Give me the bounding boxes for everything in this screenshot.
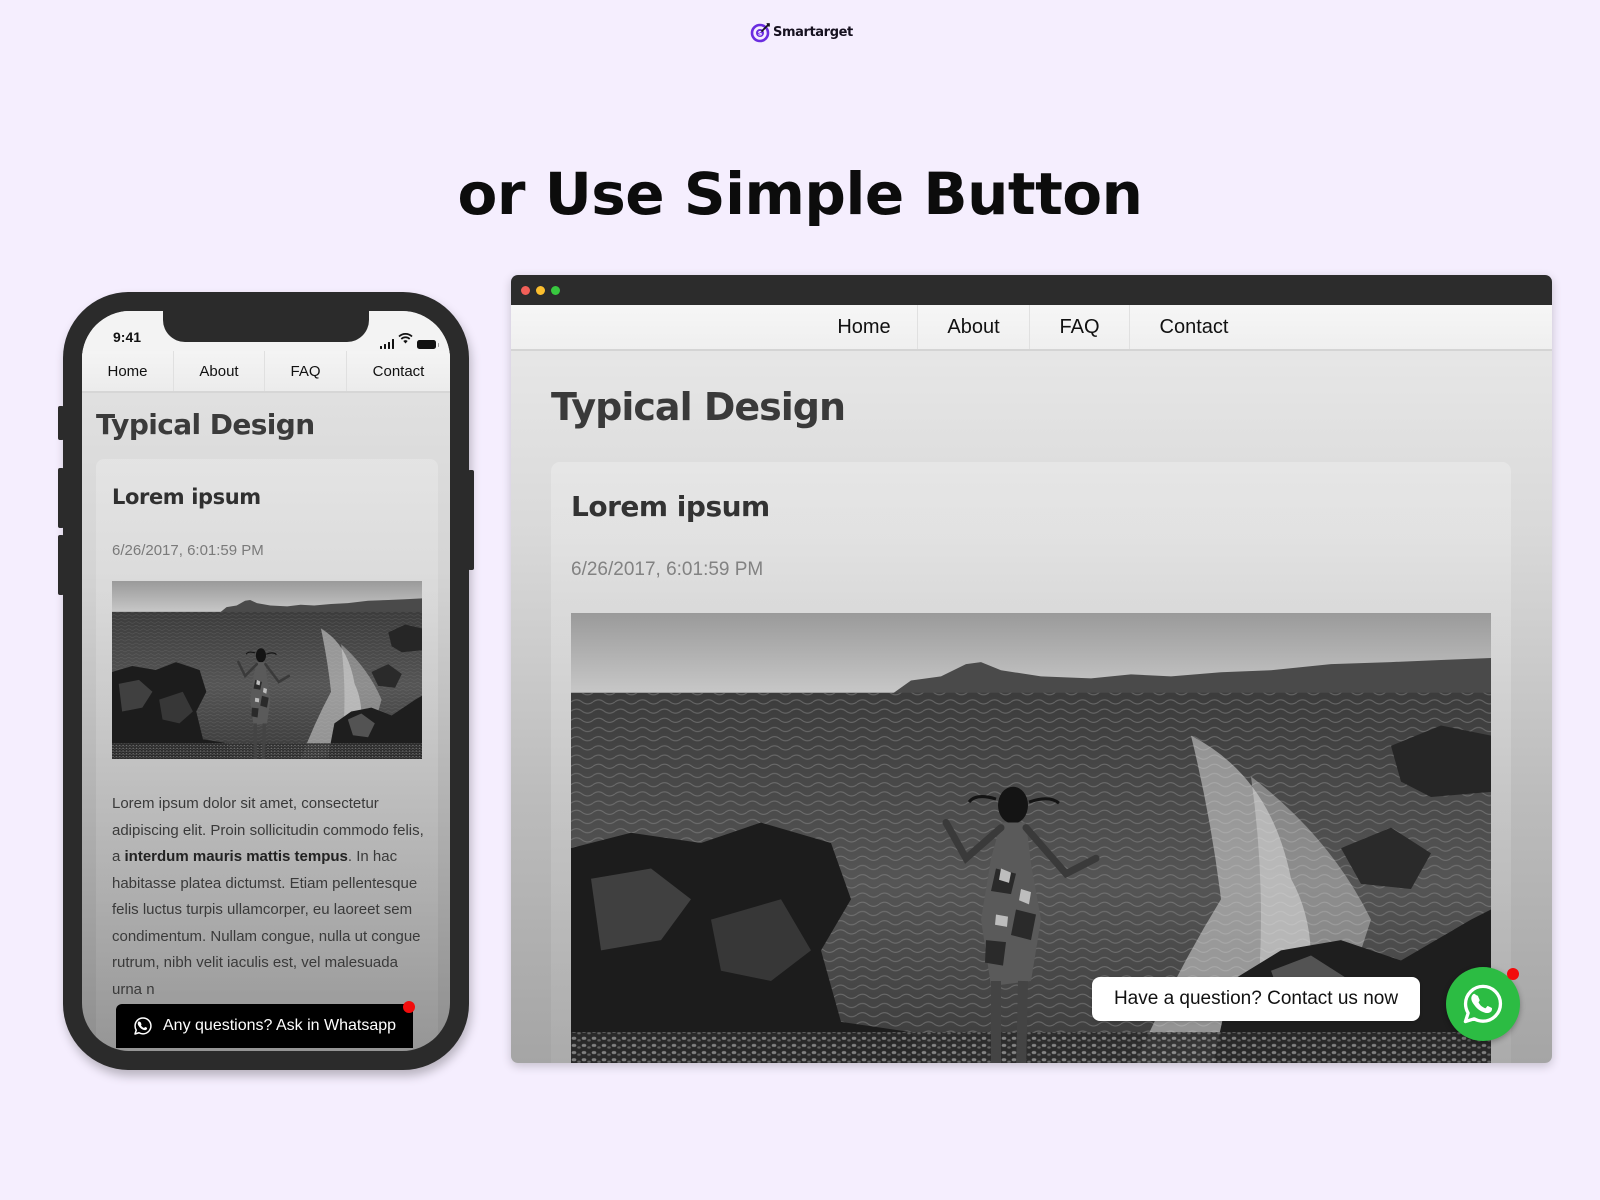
- browser-titlebar: [511, 275, 1552, 305]
- page-headline: or Use Simple Button: [457, 160, 1143, 228]
- mobile-article-card: Lorem ipsum 6/26/2017, 6:01:59 PM Lorem …: [96, 459, 438, 1051]
- desktop-nav-contact[interactable]: Contact: [1130, 305, 1258, 349]
- wifi-icon: [398, 331, 413, 349]
- browser-page: Home About FAQ Contact Typical Design Lo…: [511, 305, 1552, 1063]
- mobile-article-image: [112, 581, 422, 759]
- desktop-whatsapp-button[interactable]: [1446, 967, 1520, 1041]
- notification-dot: [403, 1001, 415, 1013]
- mobile-mockup: 9:41 Home About FAQ Contact Typical Desi…: [58, 292, 474, 1070]
- mobile-whatsapp-button[interactable]: Any questions? Ask in Whatsapp: [116, 1001, 415, 1048]
- phone-notch: [163, 311, 369, 342]
- mobile-nav-faq[interactable]: FAQ: [265, 351, 347, 391]
- phone-volume-up: [58, 468, 64, 528]
- mobile-whatsapp-label: Any questions? Ask in Whatsapp: [163, 1017, 397, 1034]
- desktop-article-date: 6/26/2017, 6:01:59 PM: [571, 559, 764, 580]
- minimize-window-button[interactable]: [536, 286, 545, 295]
- desktop-mockup: Home About FAQ Contact Typical Design Lo…: [511, 275, 1552, 1063]
- target-icon: S: [750, 21, 772, 43]
- whatsapp-icon: [1461, 982, 1505, 1026]
- battery-icon: [417, 340, 439, 349]
- phone-volume-down: [58, 535, 64, 595]
- phone-screen: 9:41 Home About FAQ Contact Typical Desi…: [82, 311, 450, 1051]
- desktop-page-title: Typical Design: [551, 385, 846, 429]
- signal-icon: [379, 339, 394, 349]
- brand-logo: S Smartarget: [750, 21, 853, 43]
- mobile-nav: Home About FAQ Contact: [82, 351, 450, 393]
- mobile-article-date: 6/26/2017, 6:01:59 PM: [112, 542, 264, 559]
- phone-power-button: [468, 470, 474, 570]
- maximize-window-button[interactable]: [551, 286, 560, 295]
- desktop-nav-faq[interactable]: FAQ: [1030, 305, 1130, 349]
- notification-dot: [1507, 968, 1519, 980]
- desktop-article-title: Lorem ipsum: [571, 490, 770, 523]
- desktop-nav-home[interactable]: Home: [811, 305, 918, 349]
- status-time: 9:41: [113, 329, 142, 345]
- mobile-article-title: Lorem ipsum: [112, 485, 261, 509]
- status-icons: [379, 331, 439, 349]
- mobile-nav-contact[interactable]: Contact: [347, 351, 450, 391]
- whatsapp-icon: [133, 1016, 153, 1036]
- contact-prompt-bubble[interactable]: Have a question? Contact us now: [1092, 977, 1420, 1021]
- desktop-nav-about[interactable]: About: [918, 305, 1030, 349]
- mobile-nav-home[interactable]: Home: [82, 351, 174, 391]
- brand-name: Smartarget: [773, 24, 853, 40]
- desktop-article-card: Lorem ipsum 6/26/2017, 6:01:59 PM: [551, 462, 1511, 1063]
- phone-side-button: [58, 406, 64, 440]
- body-text-continued: . In hac habitasse platea dictumst. Etia…: [112, 848, 421, 998]
- body-bold-text: interdum mauris mattis tempus: [124, 848, 348, 865]
- mobile-article-body: Lorem ipsum dolor sit amet, consectetur …: [112, 791, 428, 1003]
- mobile-nav-about[interactable]: About: [174, 351, 265, 391]
- mobile-page-title: Typical Design: [96, 408, 315, 441]
- desktop-nav: Home About FAQ Contact: [511, 305, 1552, 351]
- close-window-button[interactable]: [521, 286, 530, 295]
